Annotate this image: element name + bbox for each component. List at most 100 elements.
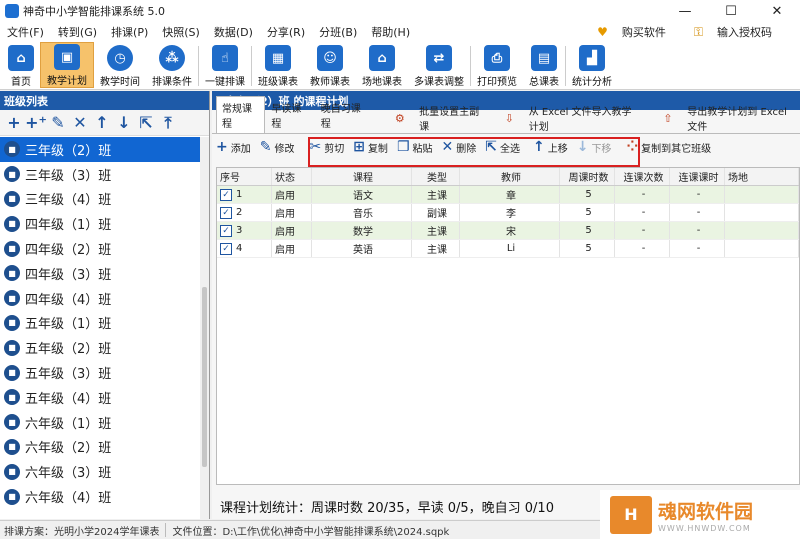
scrollbar-thumb[interactable] xyxy=(202,287,207,467)
continuous-hours-cell[interactable]: - xyxy=(670,204,725,221)
add-button[interactable]: + 添加 xyxy=(216,139,251,155)
seq-cell[interactable]: ✓ 2 xyxy=(217,204,272,221)
edit-icon[interactable]: ✎ xyxy=(47,112,69,134)
weekly-hours-cell[interactable]: 5 xyxy=(560,222,615,239)
column-header[interactable]: 序号 xyxy=(217,168,272,185)
status-cell[interactable]: 启用 xyxy=(272,204,312,221)
tab-regular[interactable]: 常规课程 xyxy=(216,96,266,133)
close-button[interactable]: ✕ xyxy=(754,4,800,19)
edit-button[interactable]: ✎ 修改 xyxy=(260,139,295,155)
type-cell[interactable]: 主课 xyxy=(412,186,460,203)
class-timetable-button[interactable]: ▦ 班级课表 xyxy=(252,42,304,88)
add-icon[interactable]: + xyxy=(3,112,25,134)
teacher-cell[interactable]: 章 xyxy=(460,186,560,203)
class-item[interactable]: ■ 六年级（2）班 xyxy=(0,435,200,460)
menu-help[interactable]: 帮助(H) xyxy=(364,24,417,40)
teaching-time-button[interactable]: ◷ 教学时间 xyxy=(94,42,146,88)
tab-evening[interactable]: 晚自习课程 xyxy=(315,96,374,133)
continuous-hours-cell[interactable]: - xyxy=(670,186,725,203)
column-header[interactable]: 周课时数 xyxy=(560,168,615,185)
column-header[interactable]: 课程 xyxy=(312,168,412,185)
venue-cell[interactable] xyxy=(725,240,799,257)
teacher-cell[interactable]: 宋 xyxy=(460,222,560,239)
minimize-button[interactable]: — xyxy=(662,4,708,19)
buy-software-link[interactable]: ♥ 购买软件 xyxy=(597,24,680,40)
weekly-hours-cell[interactable]: 5 xyxy=(560,186,615,203)
class-item[interactable]: ■ 四年级（1）班 xyxy=(0,211,200,236)
menu-goto[interactable]: 转到(G) xyxy=(51,24,104,40)
conditions-button[interactable]: ⁂ 排课条件 xyxy=(146,42,198,88)
teacher-cell[interactable]: Li xyxy=(460,240,560,257)
select-icon[interactable]: ⇱ xyxy=(135,112,157,134)
master-timetable-button[interactable]: ▤ 总课表 xyxy=(523,42,565,88)
column-header[interactable]: 连课课时 xyxy=(670,168,725,185)
import-excel-button[interactable]: ⇩ 从 Excel 文件导入教学计划 xyxy=(493,103,642,133)
move-top-icon[interactable]: ⤒ xyxy=(157,112,179,134)
table-row[interactable]: ✓ 4 启用 英语 主课 Li 5 - - xyxy=(217,240,799,258)
tab-morning[interactable]: 早读课程 xyxy=(265,96,314,133)
venue-cell[interactable] xyxy=(725,186,799,203)
row-checkbox[interactable]: ✓ xyxy=(220,206,232,219)
continuous-count-cell[interactable]: - xyxy=(615,240,670,257)
continuous-hours-cell[interactable]: - xyxy=(670,222,725,239)
add-multiple-icon[interactable]: +⁺ xyxy=(25,112,47,134)
class-list-scrollbar[interactable] xyxy=(200,137,209,519)
license-link[interactable]: ⚿ 输入授权码 xyxy=(694,24,786,40)
table-row[interactable]: ✓ 3 启用 数学 主课 宋 5 - - xyxy=(217,222,799,240)
move-down-icon[interactable]: ↓ xyxy=(113,112,135,134)
class-item[interactable]: ■ 五年级（1）班 xyxy=(0,311,200,336)
column-header[interactable]: 类型 xyxy=(412,168,460,185)
teacher-timetable-button[interactable]: ☺ 教师课表 xyxy=(304,42,356,88)
row-checkbox[interactable]: ✓ xyxy=(220,188,232,201)
menu-snapshot[interactable]: 快照(S) xyxy=(155,24,207,40)
continuous-count-cell[interactable]: - xyxy=(615,186,670,203)
column-header[interactable]: 教师 xyxy=(460,168,560,185)
course-cell[interactable]: 语文 xyxy=(312,186,412,203)
statistics-button[interactable]: ▟ 统计分析 xyxy=(566,42,618,88)
venue-timetable-button[interactable]: ⌂ 场地课表 xyxy=(356,42,408,88)
course-cell[interactable]: 英语 xyxy=(312,240,412,257)
class-item[interactable]: ■ 三年级（3）班 xyxy=(0,162,200,187)
menu-schedule[interactable]: 排课(P) xyxy=(104,24,155,40)
class-item[interactable]: ■ 六年级（3）班 xyxy=(0,459,200,484)
export-excel-button[interactable]: ⇧ 导出教学计划到 Excel 文件 xyxy=(651,103,800,133)
maximize-button[interactable]: ☐ xyxy=(708,4,754,19)
seq-cell[interactable]: ✓ 1 xyxy=(217,186,272,203)
course-cell[interactable]: 音乐 xyxy=(312,204,412,221)
status-cell[interactable]: 启用 xyxy=(272,222,312,239)
row-checkbox[interactable]: ✓ xyxy=(220,242,232,255)
status-cell[interactable]: 启用 xyxy=(272,240,312,257)
seq-cell[interactable]: ✓ 4 xyxy=(217,240,272,257)
class-item[interactable]: ■ 五年级（3）班 xyxy=(0,360,200,385)
type-cell[interactable]: 副课 xyxy=(412,204,460,221)
teaching-plan-button[interactable]: ▣ 教学计划 xyxy=(40,42,94,88)
venue-cell[interactable] xyxy=(725,222,799,239)
menu-class[interactable]: 分班(B) xyxy=(312,24,364,40)
menu-share[interactable]: 分享(R) xyxy=(260,24,312,40)
row-checkbox[interactable]: ✓ xyxy=(220,224,232,237)
auto-schedule-button[interactable]: ☝ 一键排课 xyxy=(199,42,251,88)
type-cell[interactable]: 主课 xyxy=(412,222,460,239)
continuous-hours-cell[interactable]: - xyxy=(670,240,725,257)
multi-adjust-button[interactable]: ⇄ 多课表调整 xyxy=(408,42,470,88)
weekly-hours-cell[interactable]: 5 xyxy=(560,204,615,221)
type-cell[interactable]: 主课 xyxy=(412,240,460,257)
continuous-count-cell[interactable]: - xyxy=(615,222,670,239)
seq-cell[interactable]: ✓ 3 xyxy=(217,222,272,239)
weekly-hours-cell[interactable]: 5 xyxy=(560,240,615,257)
menu-data[interactable]: 数据(D) xyxy=(207,24,260,40)
batch-set-button[interactable]: ⚙ 批量设置主副课 xyxy=(383,103,482,133)
print-preview-button[interactable]: ⎙ 打印预览 xyxy=(471,42,523,88)
class-item[interactable]: ■ 四年级（4）班 xyxy=(0,286,200,311)
delete-icon[interactable]: ✕ xyxy=(69,112,91,134)
column-header[interactable]: 场地 xyxy=(725,168,799,185)
move-up-icon[interactable]: ↑ xyxy=(91,112,113,134)
continuous-count-cell[interactable]: - xyxy=(615,204,670,221)
class-item[interactable]: ■ 五年级（2）班 xyxy=(0,335,200,360)
class-item[interactable]: ■ 六年级（4）班 xyxy=(0,484,200,509)
teacher-cell[interactable]: 李 xyxy=(460,204,560,221)
class-item[interactable]: ■ 五年级（4）班 xyxy=(0,385,200,410)
class-item[interactable]: ■ 六年级（1）班 xyxy=(0,410,200,435)
column-header[interactable]: 状态 xyxy=(272,168,312,185)
class-item[interactable]: ■ 三年级（4）班 xyxy=(0,187,200,212)
